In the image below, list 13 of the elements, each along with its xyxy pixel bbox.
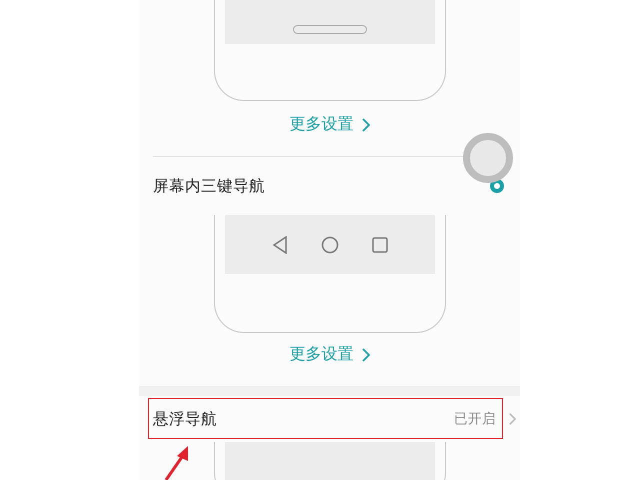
option-label: 屏幕内三键导航: [153, 176, 266, 196]
back-key-icon: [272, 236, 288, 254]
chevron-icon: [360, 348, 370, 362]
more-settings-link[interactable]: 更多设置: [290, 344, 370, 365]
option-label: 悬浮导航: [153, 408, 218, 430]
recents-key-icon: [372, 236, 388, 252]
more-settings-link[interactable]: 更多设置: [290, 114, 370, 135]
home-key-icon: [321, 236, 339, 254]
chevron-icon: [360, 118, 370, 132]
chevron-icon: [508, 412, 516, 426]
floating-nav-row[interactable]: 悬浮导航 已开启: [139, 396, 520, 442]
gesture-bar-icon: [293, 25, 367, 34]
status-text: 已开启: [454, 410, 496, 428]
